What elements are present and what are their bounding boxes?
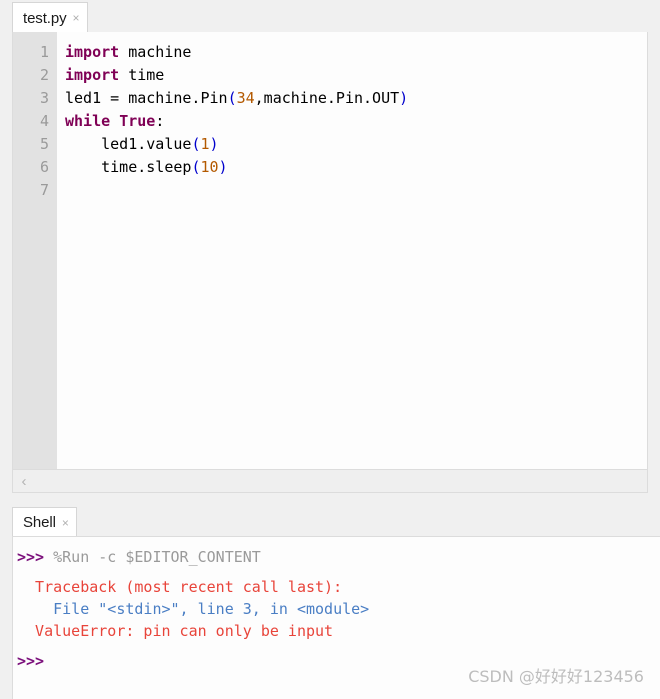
shell-line: >>> %Run -c $EDITOR_CONTENT bbox=[17, 546, 660, 568]
editor-line-number-gutter: 1 2 3 4 5 6 7 bbox=[13, 32, 57, 469]
shell-line: ValueError: pin can only be input bbox=[17, 620, 660, 642]
code-token-kw: True bbox=[119, 112, 156, 130]
code-line[interactable]: import machine bbox=[65, 41, 647, 64]
shell-text-error: ValueError: pin can only be input bbox=[17, 622, 334, 640]
close-icon[interactable]: × bbox=[62, 517, 69, 529]
line-number: 2 bbox=[39, 66, 49, 84]
code-token-num: 1 bbox=[200, 135, 210, 153]
shell-tabstrip: Shell × bbox=[0, 503, 660, 537]
editor-tabstrip: test.py × bbox=[0, 0, 660, 33]
shell-text-prompt: >>> bbox=[17, 652, 45, 670]
code-token-plain: : bbox=[155, 112, 165, 130]
code-token-num: 34 bbox=[236, 89, 255, 107]
code-token-plain: led1.value bbox=[65, 135, 192, 153]
shell-line: Traceback (most recent call last): bbox=[17, 576, 660, 598]
line-number: 5 bbox=[39, 135, 49, 153]
shell-blank-line bbox=[17, 568, 660, 576]
code-token-plain: machine bbox=[119, 43, 192, 61]
shell-tab[interactable]: Shell × bbox=[12, 507, 77, 537]
editor-panel: test.py × 1234567 import machine import t… bbox=[0, 0, 660, 502]
shell-tab-label: Shell bbox=[23, 514, 56, 531]
code-token-plain: time bbox=[119, 66, 165, 84]
editor-code-area[interactable]: import machine import time led1 = machine.… bbox=[57, 32, 647, 469]
shell-text-prompt: >>> bbox=[17, 548, 54, 566]
code-token-kw: while bbox=[65, 112, 111, 130]
code-line[interactable]: import time bbox=[65, 64, 647, 87]
line-number: 4 bbox=[39, 112, 49, 130]
code-token-plain: time.sleep bbox=[65, 158, 192, 176]
code-line[interactable]: led1.value(1) bbox=[65, 133, 647, 156]
code-line[interactable]: while True: bbox=[65, 110, 647, 133]
line-number: 6 bbox=[39, 158, 49, 176]
code-line[interactable]: time.sleep(10) bbox=[65, 156, 647, 179]
code-token-paren: ( bbox=[227, 89, 237, 107]
line-number: 3 bbox=[39, 89, 49, 107]
code-token-paren: ) bbox=[209, 135, 219, 153]
line-number: 1 bbox=[39, 43, 49, 61]
shell-text-cmd: %Run -c $EDITOR_CONTENT bbox=[53, 548, 261, 566]
code-token-plain: ,machine.Pin.OUT bbox=[254, 89, 400, 107]
code-token-kw: import bbox=[65, 43, 120, 61]
code-token-num: 10 bbox=[200, 158, 219, 176]
editor-tab-label: test.py bbox=[23, 9, 67, 27]
line-number: 7 bbox=[39, 181, 49, 199]
shell-text-link[interactable]: File "<stdin>", line 3, in <module> bbox=[17, 600, 369, 618]
shell-text-error: Traceback (most recent call last): bbox=[17, 578, 343, 596]
code-token-paren: ) bbox=[218, 158, 228, 176]
editor-body[interactable]: 1234567 import machine import time led1 = … bbox=[12, 32, 648, 470]
code-line[interactable] bbox=[65, 179, 647, 202]
code-token-kw: import bbox=[65, 66, 120, 84]
editor-tab-test-py[interactable]: test.py × bbox=[12, 2, 88, 33]
thonny-ide-window: test.py × 1234567 import machine import t… bbox=[0, 0, 660, 699]
shell-blank-line bbox=[17, 642, 660, 650]
code-line[interactable]: led1 = machine.Pin(34,machine.Pin.OUT) bbox=[65, 87, 647, 110]
shell-line: File "<stdin>", line 3, in <module> bbox=[17, 598, 660, 620]
editor-horizontal-scrollbar[interactable]: ‹ bbox=[12, 470, 648, 493]
scroll-left-arrow-icon[interactable]: ‹ bbox=[13, 471, 35, 492]
code-token-paren: ) bbox=[399, 89, 409, 107]
code-token-plain: led1 = machine.Pin bbox=[65, 89, 228, 107]
close-icon[interactable]: × bbox=[73, 12, 80, 24]
watermark: CSDN @好好好123456 bbox=[468, 667, 644, 686]
